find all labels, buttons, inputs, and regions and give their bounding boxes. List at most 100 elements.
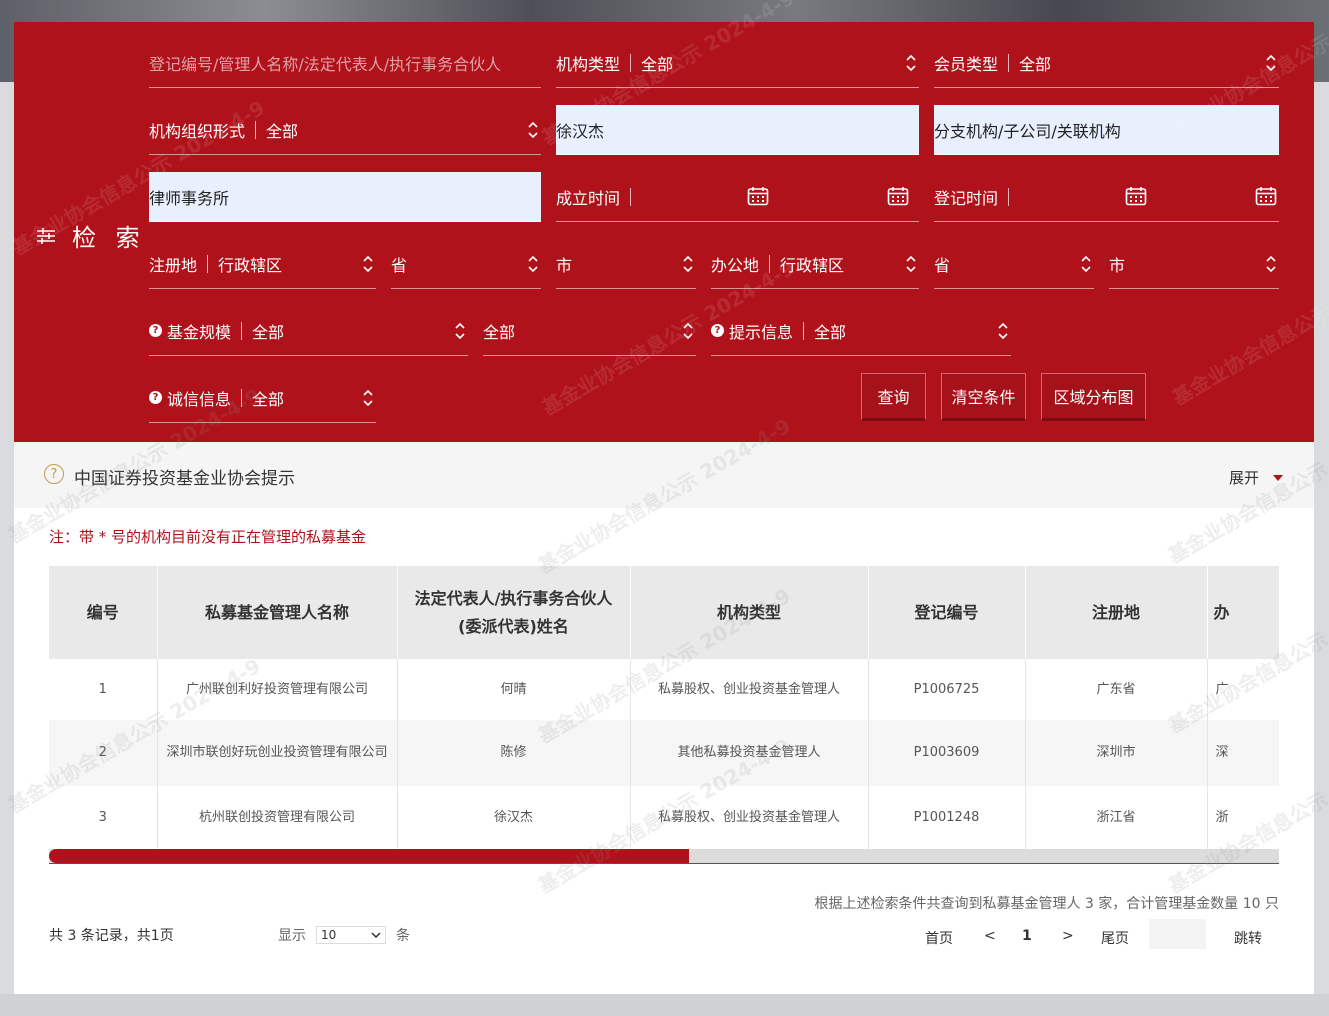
next-page-link[interactable]: > bbox=[1062, 928, 1074, 944]
member-type-select[interactable]: 会员类型 全部 bbox=[934, 38, 1279, 88]
fund-scale-select[interactable]: ? 基金规模 全部 bbox=[149, 306, 468, 356]
calendar-icon[interactable] bbox=[1125, 186, 1147, 206]
reg-province-select[interactable]: 省 bbox=[391, 239, 541, 289]
scrollbar-thumb[interactable] bbox=[49, 849, 689, 863]
registered-date-range[interactable]: 登记时间 bbox=[934, 172, 1279, 222]
integrity-select[interactable]: ? 诚信信息 全部 bbox=[149, 373, 376, 423]
search-panel: 检 索 登记编号/管理人名称/法定代表人/执行事务合伙人 机构类型 全部 会员类… bbox=[8, 0, 1329, 442]
calendar-icon[interactable] bbox=[747, 186, 769, 206]
background-footer bbox=[0, 994, 1329, 1016]
search-label: 检 索 bbox=[36, 218, 146, 253]
cell-type: 私募股权、创业投资基金管理人 bbox=[630, 786, 869, 849]
member-type-value: 全部 bbox=[1019, 54, 1052, 74]
reg-district-value: 行政辖区 bbox=[218, 255, 283, 275]
office-place-label: 办公地 bbox=[711, 255, 760, 275]
jump-page-input[interactable] bbox=[1149, 919, 1206, 949]
expand-toggle[interactable]: 展开 bbox=[1229, 467, 1284, 488]
reg-place-label: 注册地 bbox=[149, 255, 198, 275]
reg-province-value: 省 bbox=[391, 255, 408, 275]
table-header-row: 编号 私募基金管理人名称 法定代表人/执行事务合伙人(委派代表)姓名 机构类型 … bbox=[49, 566, 1279, 659]
org-type-select[interactable]: 机构类型 全部 bbox=[556, 38, 919, 88]
org-type-label: 机构类型 bbox=[556, 54, 621, 74]
cell-type: 私募股权、创业投资基金管理人 bbox=[630, 659, 869, 720]
col-header[interactable]: 私募基金管理人名称 bbox=[157, 566, 398, 659]
page-size-select[interactable]: 10 bbox=[316, 926, 386, 944]
cell-office: 深 bbox=[1207, 720, 1279, 786]
established-label: 成立时间 bbox=[556, 188, 621, 208]
org-type-value: 全部 bbox=[641, 54, 674, 74]
select-arrows-icon bbox=[363, 389, 373, 407]
current-page[interactable]: 1 bbox=[1022, 928, 1032, 944]
notice-title: 中国证券投资基金业协会提示 bbox=[74, 469, 295, 489]
representative-value: 徐汉杰 bbox=[556, 121, 605, 141]
note-text: 注：带 * 号的机构目前没有正在管理的私募基金 bbox=[49, 528, 367, 546]
reg-district-select[interactable]: 注册地 行政辖区 bbox=[149, 239, 376, 289]
caret-down-icon bbox=[1273, 474, 1284, 481]
clear-button[interactable]: 清空条件 bbox=[941, 373, 1026, 421]
cell-no: 3 bbox=[49, 786, 158, 849]
unit-label: 条 bbox=[396, 928, 410, 944]
col-header[interactable]: 办 bbox=[1207, 566, 1279, 659]
col-header[interactable]: 机构类型 bbox=[630, 566, 869, 659]
office-district-value: 行政辖区 bbox=[780, 255, 845, 275]
table-row[interactable]: 3 杭州联创投资管理有限公司 徐汉杰 私募股权、创业投资基金管理人 P10012… bbox=[49, 786, 1279, 849]
law-firm-value: 律师事务所 bbox=[149, 188, 230, 208]
cell-rep: 陈修 bbox=[397, 720, 631, 786]
select-arrows-icon bbox=[906, 255, 916, 273]
office-district-select[interactable]: 办公地 行政辖区 bbox=[711, 239, 919, 289]
hint-info-select[interactable]: ? 提示信息 全部 bbox=[711, 306, 1011, 356]
help-icon[interactable]: ? bbox=[149, 391, 162, 404]
cell-no: 2 bbox=[49, 720, 158, 786]
representative-input[interactable]: 徐汉杰 bbox=[556, 105, 919, 155]
cell-office: 广 bbox=[1207, 659, 1279, 720]
law-firm-input[interactable]: 律师事务所 bbox=[149, 172, 541, 222]
table-row[interactable]: 1 广州联创利好投资管理有限公司 何晴 私募股权、创业投资基金管理人 P1006… bbox=[49, 659, 1279, 720]
select-arrows-icon bbox=[1266, 54, 1276, 72]
col-header[interactable]: 登记编号 bbox=[868, 566, 1026, 659]
fund-scale-select-2[interactable]: 全部 bbox=[483, 306, 696, 356]
search-title: 检 索 bbox=[72, 224, 146, 252]
notice-bar[interactable]: ? 中国证券投资基金业协会提示 展开 bbox=[14, 442, 1314, 508]
help-icon[interactable]: ? bbox=[149, 324, 162, 337]
keyword-input[interactable]: 登记编号/管理人名称/法定代表人/执行事务合伙人 bbox=[149, 38, 541, 88]
calendar-icon[interactable] bbox=[887, 186, 909, 206]
reg-city-select[interactable]: 市 bbox=[556, 239, 696, 289]
branch-input[interactable]: 分支机构/子公司/关联机构 bbox=[934, 105, 1279, 155]
table-row[interactable]: 2 深圳市联创好玩创业投资管理有限公司 陈修 其他私募投资基金管理人 P1003… bbox=[49, 720, 1279, 786]
help-icon[interactable]: ? bbox=[711, 324, 724, 337]
fund-scale-value: 全部 bbox=[252, 322, 285, 342]
hint-info-value: 全部 bbox=[814, 322, 847, 342]
cell-name[interactable]: 杭州联创投资管理有限公司 bbox=[157, 786, 398, 849]
office-province-select[interactable]: 省 bbox=[934, 239, 1094, 289]
col-header[interactable]: 注册地 bbox=[1025, 566, 1208, 659]
cell-code: P1003609 bbox=[868, 720, 1026, 786]
region-map-button[interactable]: 区域分布图 bbox=[1041, 373, 1146, 421]
cell-place: 浙江省 bbox=[1025, 786, 1208, 849]
col-header[interactable]: 编号 bbox=[49, 566, 158, 659]
cell-code: P1006725 bbox=[868, 659, 1026, 720]
jump-button[interactable]: 跳转 bbox=[1234, 928, 1262, 948]
page-size-control: 显示 10 条 bbox=[278, 925, 410, 945]
org-form-select[interactable]: 机构组织形式 全部 bbox=[149, 105, 541, 155]
prev-page-link[interactable]: < bbox=[984, 928, 996, 944]
select-arrows-icon bbox=[906, 54, 916, 72]
result-summary: 根据上述检索条件共查询到私募基金管理人 3 家，合计管理基金数量 10 只 bbox=[814, 896, 1279, 912]
cell-no: 1 bbox=[49, 659, 158, 720]
col-header[interactable]: 法定代表人/执行事务合伙人(委派代表)姓名 bbox=[397, 566, 631, 659]
last-page-link[interactable]: 尾页 bbox=[1101, 928, 1129, 948]
fund-scale-value-2: 全部 bbox=[483, 322, 516, 342]
filter-sliders-icon bbox=[37, 227, 55, 244]
select-arrows-icon bbox=[528, 255, 538, 273]
member-type-label: 会员类型 bbox=[934, 54, 999, 74]
cell-name[interactable]: 广州联创利好投资管理有限公司 bbox=[157, 659, 398, 720]
query-button[interactable]: 查询 bbox=[861, 373, 926, 421]
calendar-icon[interactable] bbox=[1255, 186, 1277, 206]
org-form-value: 全部 bbox=[266, 121, 299, 141]
cell-name[interactable]: 深圳市联创好玩创业投资管理有限公司 bbox=[157, 720, 398, 786]
established-date-range[interactable]: 成立时间 bbox=[556, 172, 919, 222]
office-city-select[interactable]: 市 bbox=[1109, 239, 1279, 289]
reg-city-value: 市 bbox=[556, 255, 573, 275]
first-page-link[interactable]: 首页 bbox=[925, 928, 953, 948]
record-count: 共 3 条记录，共1页 bbox=[49, 928, 174, 944]
select-arrows-icon bbox=[998, 322, 1008, 340]
